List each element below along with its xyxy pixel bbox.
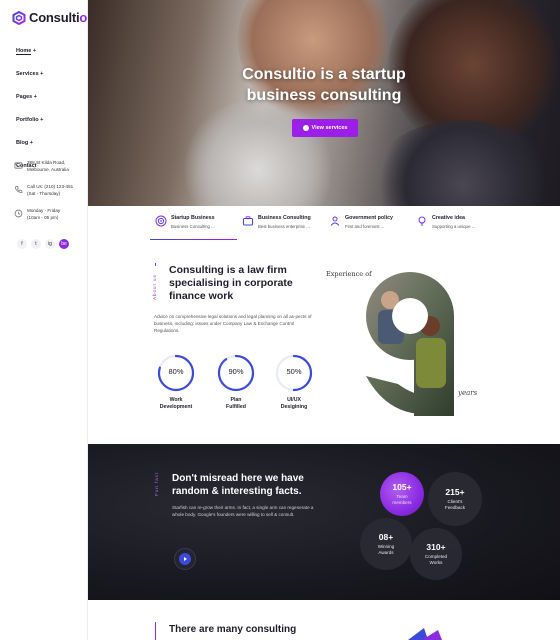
view-services-button[interactable]: View services	[292, 119, 358, 137]
address-line: 388 St Kilda Road,	[27, 160, 66, 165]
hero-title: Consultio is a startup business consulti…	[88, 64, 560, 106]
progress-label: Plan Fulfilled	[226, 397, 246, 410]
facts-text: Starfish can re-grow their arms. In fact…	[172, 505, 314, 518]
tab-subtitle: First and foremost ...	[345, 224, 385, 229]
hours-days: Monday - Friday	[27, 208, 61, 213]
address: 388 St Kilda Road, Melbourne, Australia	[14, 160, 84, 173]
arrow-decoration-icon	[408, 628, 442, 640]
nav-item-pages[interactable]: Pages +	[16, 92, 43, 115]
stat-client-feedback: 215+ Client's Feedback	[428, 472, 482, 526]
phone-number: Call Us: (210) 123-451	[27, 184, 74, 189]
instagram-icon[interactable]: ig	[45, 239, 55, 249]
progress-value: 90%	[228, 367, 244, 376]
hero-title-line: business consulting	[246, 87, 402, 104]
phone-days: (Sat - Thursday)	[27, 190, 61, 196]
tab-title: Creative idea	[432, 215, 465, 221]
clock-icon	[14, 209, 23, 218]
facts-section: Fun fact Don't misread here we have rand…	[88, 444, 560, 600]
hours-time: (10am - 05 pm)	[27, 214, 59, 220]
tab-subtitle: Supporting a unique ...	[432, 224, 476, 229]
location-icon	[14, 162, 23, 169]
facebook-icon[interactable]: f	[17, 239, 27, 249]
address-line: Melbourne, Australia	[27, 166, 69, 172]
about-text: Advice on comprehensive legal solutions …	[154, 314, 312, 334]
tab-title: Government policy	[345, 215, 393, 221]
tab-business-consulting[interactable]: Business Consulting Best business enterp…	[237, 206, 324, 242]
behance-icon[interactable]: be	[59, 239, 69, 249]
play-icon	[302, 125, 309, 131]
hours: Monday - Friday (10am - 05 pm)	[14, 208, 84, 221]
facts-title: Don't misread here we have random & inte…	[172, 473, 304, 497]
twitter-icon[interactable]: t	[31, 239, 41, 249]
phone-icon	[15, 185, 23, 193]
services-title: There are many consulting	[169, 624, 297, 635]
nav-item-home[interactable]: Home +	[16, 46, 43, 69]
stat-winning-awards: 08+ Winning Awards	[360, 518, 412, 570]
brand-logo[interactable]: Consultio	[12, 10, 87, 25]
hero-banner: Consultio is a startup business consulti…	[88, 0, 560, 206]
progress-uiux-designing: 50% UI/UX Desigining	[264, 353, 324, 411]
experience-years-label: years	[458, 389, 478, 397]
progress-value: 80%	[168, 367, 184, 376]
briefcase-icon	[243, 216, 253, 226]
facts-label: Fun fact	[154, 471, 159, 496]
social-links: f t ig be	[17, 239, 69, 249]
tab-subtitle: Business Consulting ...	[171, 224, 215, 229]
progress-value: 50%	[286, 367, 302, 376]
contact-info: 388 St Kilda Road, Melbourne, Australia C…	[14, 160, 84, 232]
people-icon	[330, 216, 340, 226]
services-label-line	[155, 622, 156, 640]
target-icon	[155, 215, 167, 227]
tab-creative-idea[interactable]: Creative idea Supporting a unique ...	[411, 206, 498, 242]
hero-title-line: Consultio is a startup	[242, 66, 406, 83]
tab-subtitle: Best business enterprise ...	[258, 224, 310, 229]
play-video-button[interactable]	[174, 548, 196, 570]
play-icon	[179, 553, 191, 565]
view-services-label: View services	[311, 125, 348, 131]
tab-title: Startup Business	[171, 215, 215, 221]
logo-icon	[12, 10, 26, 25]
stat-team-members: 105+ Team members	[380, 472, 424, 516]
progress-label: UI/UX Desigining	[280, 397, 308, 410]
phone[interactable]: Call Us: (210) 123-451 (Sat - Thursday)	[14, 184, 84, 197]
experience-nine-graphic	[358, 266, 458, 418]
tab-title: Business Consulting	[258, 215, 311, 221]
hero-photo-shape	[368, 120, 558, 206]
tab-government-policy[interactable]: Government policy First and foremost ...	[324, 206, 411, 242]
tab-startup-business[interactable]: Startup Business Business Consulting ...	[150, 206, 237, 242]
service-tabs: Startup Business Business Consulting ...…	[150, 206, 530, 242]
progress-work-development: 80% Work Development	[146, 353, 206, 411]
about-label-line	[155, 263, 156, 266]
nav-item-services[interactable]: Services +	[16, 69, 43, 92]
stat-completed-works: 310+ Completed Works	[410, 528, 462, 580]
lightbulb-icon	[418, 216, 426, 226]
progress-label: Work Development	[159, 397, 193, 410]
progress-plan-fulfilled: 90% Plan Fulfilled	[206, 353, 266, 411]
sidebar: Consultio Home + Services + Pages + Port…	[0, 0, 88, 640]
nav-item-portfolio[interactable]: Portfolio +	[16, 115, 43, 138]
brand-name: Consultio	[29, 10, 88, 25]
about-label: About us	[152, 274, 157, 300]
about-title: Consulting is a law firm specialising in…	[169, 264, 293, 302]
nav-item-blog[interactable]: Blog +	[16, 138, 43, 161]
